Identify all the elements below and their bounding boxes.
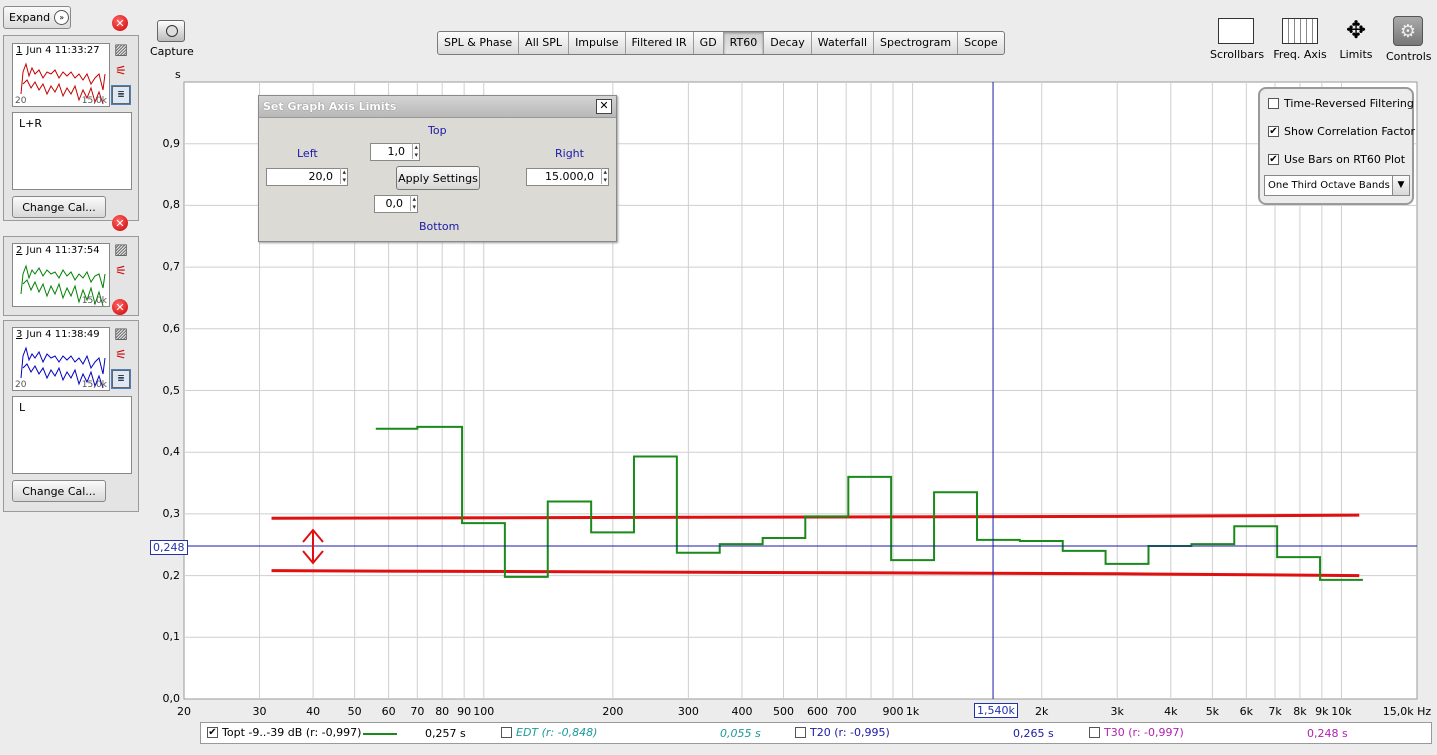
x-tick-label: 50 [347, 705, 362, 718]
dropdown-arrow-icon: ▼ [1392, 176, 1409, 195]
x-tick-label: 40 [306, 705, 321, 718]
use-bars-option[interactable]: ✔ Use Bars on RT60 Plot [1268, 153, 1405, 166]
legend-edt-value: 0,055 s [720, 727, 761, 740]
right-value-input[interactable]: 15.000,0 [526, 168, 609, 186]
legend-topt-value: 0,257 s [425, 727, 466, 740]
x-tick-label: 900 [882, 705, 904, 718]
x-tick-label: 100 [473, 705, 495, 718]
bottom-label: Bottom [419, 220, 460, 233]
legend-t20-checkbox[interactable] [795, 727, 806, 738]
x-tick-label: 20 [177, 705, 191, 718]
y-axis-unit: s [175, 68, 181, 81]
legend-t30-value: 0,248 s [1307, 727, 1348, 740]
time-reversed-filtering-option[interactable]: Time-Reversed Filtering [1268, 97, 1414, 110]
top-label: Top [428, 124, 447, 137]
apply-settings-button[interactable]: Apply Settings [396, 166, 480, 190]
legend-topt[interactable]: ✔ Topt -9..-39 dB (r: -0,997) [207, 726, 361, 739]
legend-edt-checkbox[interactable] [501, 727, 512, 738]
x-tick-label: 700 [835, 705, 857, 718]
x-tick-label: 5k [1205, 705, 1220, 718]
legend-bar: ✔ Topt -9..-39 dB (r: -0,997) 0,257 s ED… [200, 722, 1432, 744]
right-label: Right [555, 147, 584, 160]
x-tick-label: 15,0k Hz [1382, 705, 1432, 718]
y-tick-label: 0,2 [162, 568, 181, 582]
rt60-controls-panel: Time-Reversed Filtering ✔ Show Correlati… [1258, 87, 1415, 205]
left-label: Left [297, 147, 318, 160]
x-tick-label: 2k [1035, 705, 1049, 718]
legend-t20-value: 0,265 s [1013, 727, 1054, 740]
y-tick-label: 0,5 [162, 383, 181, 397]
left-value-input[interactable]: 20,0 [266, 168, 348, 186]
y-tick-label: 0,4 [162, 445, 181, 459]
x-tick-label: 200 [602, 705, 624, 718]
y-tick-label: 0,0 [162, 692, 181, 705]
x-tick-label: 9k [1315, 705, 1329, 718]
legend-topt-swatch [363, 733, 397, 735]
x-tick-label: 8k [1293, 705, 1307, 718]
show-correlation-factor-checkbox[interactable]: ✔ [1268, 126, 1279, 137]
x-tick-label: 500 [773, 705, 795, 718]
x-tick-label: 7k [1268, 705, 1282, 718]
legend-topt-checkbox[interactable]: ✔ [207, 727, 218, 738]
x-tick-label: 3k [1110, 705, 1124, 718]
rt60-plot[interactable] [0, 0, 1437, 755]
x-tick-label: 600 [806, 705, 828, 718]
x-tick-label: 400 [731, 705, 753, 718]
x-tick-label: 90 [457, 705, 472, 718]
time-reversed-filtering-checkbox[interactable] [1268, 98, 1279, 109]
x-tick-label: 70 [410, 705, 425, 718]
bottom-value-input[interactable]: 0,0 [374, 195, 418, 213]
cursor-y-readout: 0,248 [150, 540, 188, 555]
y-tick-label: 0,8 [162, 198, 181, 212]
x-tick-label: 4k [1164, 705, 1178, 718]
axis-limits-dialog: Set Graph Axis Limits ✕ Top 1,0 Left 20,… [258, 95, 617, 242]
use-bars-checkbox[interactable]: ✔ [1268, 154, 1279, 165]
show-correlation-factor-option[interactable]: ✔ Show Correlation Factor [1268, 125, 1415, 138]
band-resolution-select[interactable]: One Third Octave Bands ▼ [1264, 175, 1410, 196]
y-tick-label: 0,3 [162, 506, 181, 520]
x-tick-label: 80 [435, 705, 450, 718]
x-tick-label: 1k [905, 705, 920, 718]
y-tick-label: 0,7 [162, 260, 181, 274]
top-value-input[interactable]: 1,0 [370, 143, 420, 161]
y-tick-label: 0,1 [162, 630, 181, 644]
legend-t30-checkbox[interactable] [1089, 727, 1100, 738]
legend-t30[interactable]: T30 (r: -0,997) [1089, 726, 1184, 739]
dialog-close-icon[interactable]: ✕ [596, 99, 612, 114]
x-tick-label: 30 [252, 705, 267, 718]
x-tick-label: 300 [677, 705, 699, 718]
dialog-title[interactable]: Set Graph Axis Limits [259, 96, 616, 118]
x-tick-label: 10k [1331, 705, 1352, 718]
legend-edt[interactable]: EDT (r: -0,848) [501, 726, 597, 739]
y-tick-label: 0,9 [162, 136, 181, 150]
legend-t20[interactable]: T20 (r: -0,995) [795, 726, 890, 739]
y-tick-label: 0,6 [162, 321, 181, 335]
cursor-x-readout: 1,540k [974, 703, 1018, 718]
x-tick-label: 60 [381, 705, 396, 718]
x-tick-label: 6k [1239, 705, 1254, 718]
